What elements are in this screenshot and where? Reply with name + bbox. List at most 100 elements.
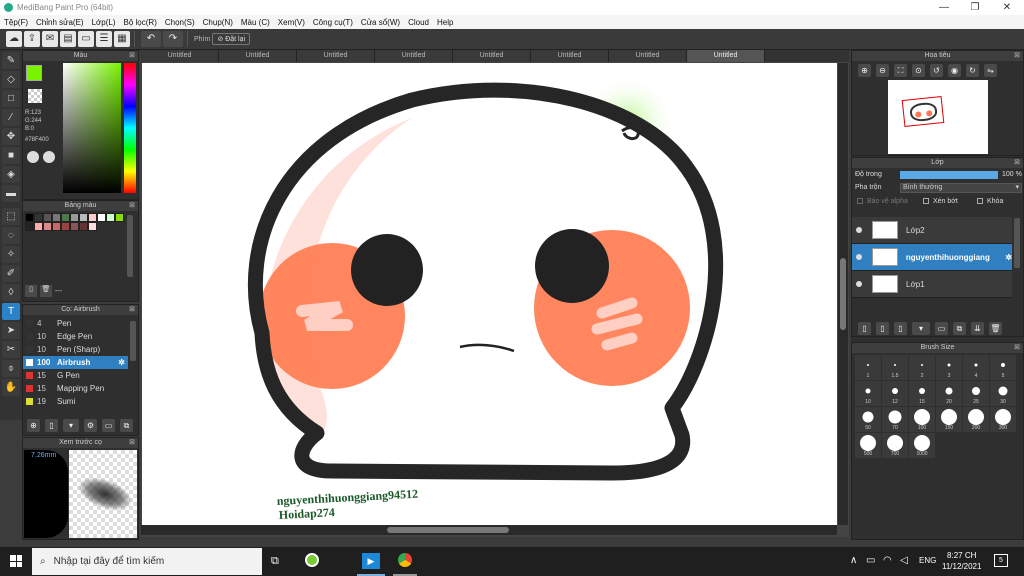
delete-layer-icon[interactable]: 🗑 [989, 322, 1002, 335]
chrome-icon[interactable] [398, 553, 412, 567]
menu-tools[interactable]: Công cụ(T) [309, 18, 357, 27]
zoom-actual-icon[interactable]: ⊙ [912, 64, 925, 77]
close-icon[interactable]: ⊠ [1014, 343, 1020, 353]
bucket-tool-icon[interactable]: ◈ [2, 166, 20, 183]
palette-swatch[interactable] [61, 222, 70, 231]
close-icon[interactable]: ⊠ [129, 51, 135, 61]
list-icon[interactable]: ☰ [96, 31, 112, 47]
notification-icon[interactable]: 5 [994, 554, 1008, 567]
scrollbar-thumb[interactable] [840, 258, 846, 330]
palette-swatch[interactable] [43, 213, 52, 222]
media-player-icon[interactable]: ▶ [362, 553, 380, 569]
palette-swatch[interactable] [34, 222, 43, 231]
rotate-reset-icon[interactable]: ◉ [948, 64, 961, 77]
layer-item[interactable]: Lớp1 [852, 271, 1012, 298]
document-tab[interactable]: Untitled [219, 50, 297, 62]
new-8bit-layer-icon[interactable]: ▯ [894, 322, 907, 335]
share-icon[interactable]: ⇪ [24, 31, 40, 47]
palette-swatch[interactable] [34, 213, 43, 222]
brush-size-option[interactable]: 3 [936, 355, 962, 380]
document-tab[interactable]: Untitled [453, 50, 531, 62]
chevron-up-icon[interactable]: ∧ [850, 555, 857, 566]
rectangle-tool-icon[interactable]: □ [2, 90, 20, 107]
new-halftone-layer-icon[interactable]: ▯ [876, 322, 889, 335]
eye-icon[interactable] [856, 281, 862, 287]
palette-swatch[interactable] [115, 213, 124, 222]
alpha-protect-checkbox[interactable] [857, 198, 863, 204]
duplicate-icon[interactable]: ⧉ [120, 419, 133, 432]
rotate-right-icon[interactable]: ↻ [966, 64, 979, 77]
divide-tool-icon[interactable]: ✂ [2, 341, 20, 358]
hand-tool-icon[interactable]: ✋ [2, 379, 20, 396]
horizontal-scrollbar[interactable] [141, 525, 837, 535]
document-tab[interactable]: Untitled [141, 50, 219, 62]
brush-size-option[interactable]: 1.5 [882, 355, 908, 380]
cloud-icon[interactable]: ☁ [6, 31, 22, 47]
menu-edit[interactable]: Chỉnh sửa(E) [32, 18, 88, 27]
transparent-swatch[interactable] [28, 89, 42, 103]
dot-tool-icon[interactable]: ⁄ [2, 109, 20, 126]
brush-size-option[interactable]: 1000 [909, 433, 935, 458]
palette-swatch[interactable] [25, 222, 34, 231]
brush-size-option[interactable]: 500 [855, 433, 881, 458]
brush-size-option[interactable]: 700 [882, 433, 908, 458]
taskbar-search[interactable]: ⌕ Nhập tại đây để tìm kiếm [32, 548, 262, 575]
zoom-out-icon[interactable]: ⊖ [876, 64, 889, 77]
close-icon[interactable]: ⊠ [1014, 51, 1020, 61]
layer-scrollbar[interactable] [1014, 218, 1020, 268]
merge-layer-icon[interactable]: ⇊ [971, 322, 984, 335]
close-icon[interactable]: ⊠ [129, 305, 135, 315]
layer-item[interactable]: Lớp2 [852, 217, 1012, 244]
foreground-color-swatch[interactable] [26, 65, 42, 81]
brush-item[interactable]: 19 Sumi [23, 395, 128, 408]
redo-icon[interactable]: ↷ [163, 31, 183, 47]
brush-size-option[interactable]: 4 [963, 355, 989, 380]
layer-item-selected[interactable]: nguyenthihuonggiang ✲ [852, 244, 1012, 271]
document-tab[interactable]: Untitled [375, 50, 453, 62]
select-pen-icon[interactable]: ✐ [2, 265, 20, 282]
layout-icon[interactable]: ▤ [60, 31, 76, 47]
menu-file[interactable]: Tệp(F) [0, 18, 32, 27]
menu-help[interactable]: Help [433, 18, 457, 27]
scrollbar-thumb[interactable] [387, 527, 509, 533]
brush-size-option[interactable]: 10 [855, 381, 881, 406]
navigator-preview[interactable] [888, 80, 988, 154]
page-icon[interactable]: ▭ [78, 31, 94, 47]
palette-swatch[interactable] [70, 213, 79, 222]
brush-size-option[interactable]: 2 [909, 355, 935, 380]
battery-icon[interactable]: ▭ [866, 555, 875, 566]
palette-swatch[interactable] [79, 213, 88, 222]
comment-icon[interactable]: ✉ [42, 31, 58, 47]
close-icon[interactable]: ⊠ [129, 438, 135, 448]
menu-select[interactable]: Chọn(S) [161, 18, 199, 27]
brush-size-option[interactable]: 25 [963, 381, 989, 406]
menu-color[interactable]: Màu (C) [237, 18, 274, 27]
select-eraser-icon[interactable]: ◊ [2, 284, 20, 301]
brush-size-option[interactable]: 70 [882, 407, 908, 432]
menu-snap[interactable]: Chụp(N) [199, 18, 237, 27]
wifi-icon[interactable]: ◠ [883, 555, 892, 566]
drawing-canvas[interactable]: nguyenthihuonggiang94512 Hoidap274 [142, 63, 837, 525]
color-set-icon[interactable] [43, 151, 55, 163]
brush-item[interactable]: 4 Pen [23, 317, 128, 330]
eye-icon[interactable] [856, 227, 862, 233]
move-tool-icon[interactable]: ✥ [2, 128, 20, 145]
palette-swatch[interactable] [52, 213, 61, 222]
rotate-left-icon[interactable]: ↺ [930, 64, 943, 77]
palette-swatch[interactable] [88, 213, 97, 222]
reset-button[interactable]: ⊘ Đặt lại [212, 33, 251, 45]
close-icon[interactable]: ⊠ [1014, 158, 1020, 168]
brush-item-selected[interactable]: 100 Airbrush ✲ [23, 356, 128, 369]
duplicate-layer-icon[interactable]: ⧉ [953, 322, 966, 335]
select-tool-icon[interactable]: ⬚ [2, 208, 20, 225]
task-view-icon[interactable]: ⧉ [271, 555, 279, 568]
gradient-tool-icon[interactable]: ▬ [2, 185, 20, 202]
document-tab[interactable]: Untitled [531, 50, 609, 62]
new-layer-icon[interactable]: ▯ [858, 322, 871, 335]
brush-size-option[interactable]: 12 [882, 381, 908, 406]
hue-slider[interactable] [124, 63, 136, 193]
color-picker-square[interactable] [63, 63, 121, 193]
grid-icon[interactable]: ▦ [114, 31, 130, 47]
brush-size-option[interactable]: 150 [936, 407, 962, 432]
eyedropper-icon[interactable]: ⌽ [2, 360, 20, 377]
